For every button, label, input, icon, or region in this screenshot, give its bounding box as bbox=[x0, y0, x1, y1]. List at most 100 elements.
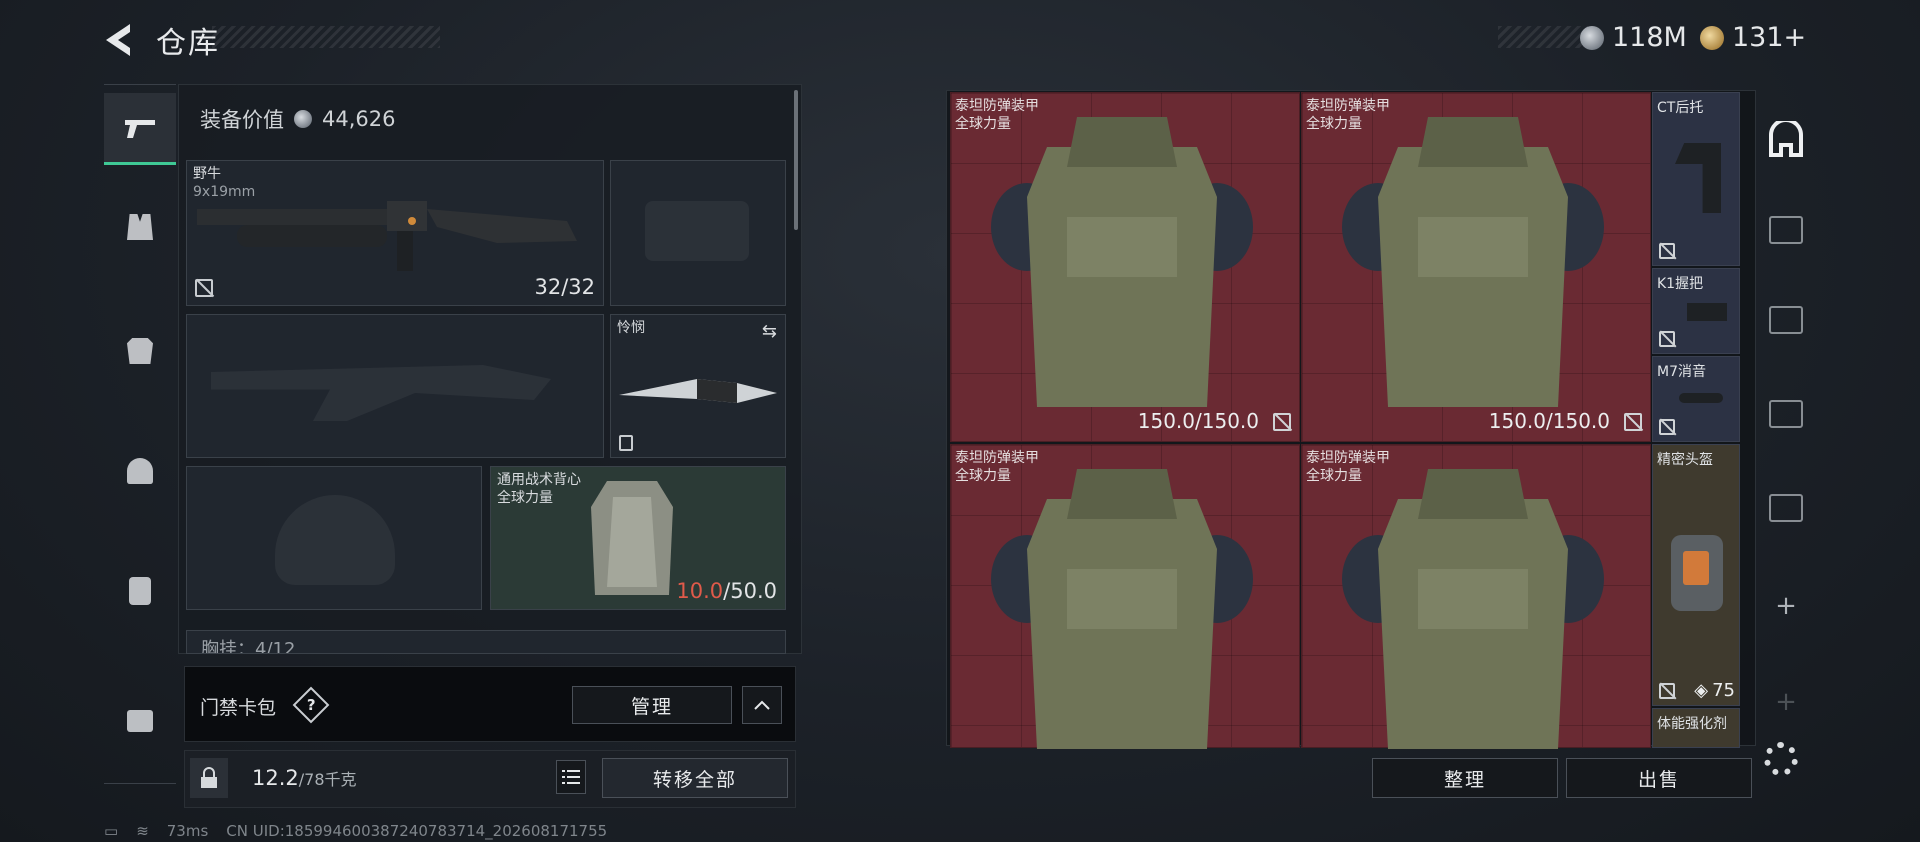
vest-durability-current: 10.0 bbox=[676, 579, 724, 603]
shield-icon: ◈ bbox=[1694, 680, 1709, 701]
melee-slot[interactable]: 怜悯 ⇆ bbox=[610, 314, 786, 458]
title-decoration bbox=[212, 26, 440, 48]
storage-folder-icon bbox=[1769, 494, 1803, 522]
chest-rig-icon bbox=[127, 214, 153, 240]
equipment-scrollbar[interactable] bbox=[794, 90, 798, 230]
expand-button[interactable] bbox=[742, 686, 782, 724]
weight-readout: 12.2/78千克 bbox=[252, 766, 357, 790]
swap-icon[interactable]: ⇆ bbox=[762, 321, 777, 342]
grip-image bbox=[1687, 303, 1727, 321]
armor-image bbox=[991, 469, 1253, 749]
user-uid: CN UID:1859946003872407837­14_2026081717… bbox=[226, 822, 608, 840]
pistol-icon bbox=[125, 119, 155, 138]
vest-image bbox=[591, 481, 673, 595]
status-bar: ▭ ≋ 73ms CN UID:1859946003872407837­14_2… bbox=[104, 822, 607, 840]
keycard-label: 门禁卡包 bbox=[200, 697, 277, 719]
no-insurance-icon bbox=[1659, 243, 1675, 259]
helmet-placeholder-icon bbox=[275, 495, 395, 585]
chevron-up-icon bbox=[754, 700, 770, 710]
smg-image bbox=[197, 201, 577, 271]
armor-image bbox=[991, 117, 1253, 407]
storage-item-stock[interactable]: CT后托 bbox=[1652, 92, 1740, 266]
currency-decoration bbox=[1498, 26, 1588, 48]
sort-button[interactable]: 整理 bbox=[1372, 758, 1558, 798]
settings-gear-icon[interactable] bbox=[1764, 742, 1798, 776]
rifle-placeholder-icon bbox=[211, 365, 551, 421]
helmet-image bbox=[1671, 535, 1723, 611]
sidearm-slot[interactable] bbox=[610, 160, 786, 306]
currency-silver: 118M bbox=[1580, 22, 1687, 53]
suppressor-image bbox=[1679, 393, 1723, 403]
pistol-placeholder-icon bbox=[645, 201, 749, 261]
chevron-left-icon bbox=[106, 24, 130, 56]
gold-coin-icon bbox=[1700, 25, 1724, 50]
add-storage-button[interactable]: + bbox=[1760, 672, 1812, 732]
ping: 73ms bbox=[166, 822, 209, 840]
storage-box-icon bbox=[1769, 216, 1803, 244]
secondary-weapon-slot[interactable] bbox=[186, 314, 604, 458]
rail-tab-storage-4[interactable] bbox=[1760, 384, 1812, 444]
storage-item-armor[interactable]: 泰坦防弹装甲 全球力量 150.0/150.0 bbox=[950, 92, 1300, 442]
storage-item-armor[interactable]: 泰坦防弹装甲 全球力量 150.0/150.0 bbox=[1301, 92, 1651, 442]
nav-chest-rig[interactable] bbox=[104, 191, 176, 263]
vest-slot[interactable]: 通用战术背心 全球力量 10.0/50.0 bbox=[490, 466, 786, 610]
sell-button[interactable]: 出售 bbox=[1566, 758, 1752, 798]
help-icon: ? bbox=[306, 695, 316, 714]
storage-item-helmet[interactable]: 精密头盔 ◈ 75 bbox=[1652, 444, 1740, 706]
armor-image bbox=[1342, 117, 1604, 407]
armor-icon bbox=[127, 338, 153, 364]
back-button[interactable] bbox=[100, 20, 144, 60]
helmet-slot[interactable] bbox=[186, 466, 482, 610]
nav-weapons[interactable] bbox=[104, 93, 176, 165]
nav-backpack[interactable] bbox=[104, 555, 176, 627]
no-insurance-icon bbox=[1659, 683, 1675, 699]
chest-rig-row[interactable]: 胸挂：4/12 bbox=[186, 630, 786, 654]
armor-durability: 150.0/150.0 bbox=[1488, 409, 1610, 433]
no-insurance-icon bbox=[1659, 419, 1675, 435]
backpack-icon bbox=[129, 577, 151, 605]
nav-case[interactable] bbox=[104, 685, 176, 757]
manage-button[interactable]: 管理 bbox=[572, 686, 732, 724]
list-icon bbox=[562, 770, 580, 784]
page-title: 仓库 bbox=[156, 26, 220, 61]
rail-tab-storage-5[interactable] bbox=[1760, 478, 1812, 538]
vest-durability-max: /50.0 bbox=[723, 579, 777, 603]
vest-name: 通用战术背心 bbox=[497, 472, 581, 488]
lock-icon bbox=[201, 767, 217, 788]
add-storage-button[interactable]: + bbox=[1760, 576, 1812, 636]
storage-item-suppressor[interactable]: M7消音 bbox=[1652, 356, 1740, 442]
helmet-icon bbox=[127, 458, 153, 484]
no-insurance-icon bbox=[1624, 413, 1642, 431]
nav-helmet[interactable] bbox=[104, 435, 176, 507]
weapon-ammo-count: 32/32 bbox=[534, 275, 595, 299]
storage-item-armor[interactable]: 泰坦防弹装甲 全球力量 bbox=[950, 444, 1300, 749]
no-insurance-icon bbox=[195, 279, 213, 297]
storage-box-icon bbox=[1769, 306, 1803, 334]
vest-tag: 全球力量 bbox=[497, 490, 553, 506]
helmet-armor-value: 75 bbox=[1712, 680, 1735, 701]
melee-name: 怜悯 bbox=[617, 320, 645, 336]
knife-image bbox=[619, 379, 777, 403]
silver-coin-icon bbox=[1580, 25, 1604, 50]
currency-gold[interactable]: 131+ bbox=[1700, 22, 1806, 53]
storage-item-stimulant[interactable]: 体能强化剂 bbox=[1652, 708, 1740, 748]
nav-armor[interactable] bbox=[104, 315, 176, 387]
lock-button[interactable] bbox=[190, 758, 228, 798]
lock-icon bbox=[619, 435, 633, 451]
rail-tab-storage-2[interactable] bbox=[1760, 200, 1812, 260]
briefcase-icon bbox=[127, 710, 153, 732]
no-insurance-icon bbox=[1659, 331, 1675, 347]
storage-item-armor[interactable]: 泰坦防弹装甲 全球力量 bbox=[1301, 444, 1651, 749]
rail-tab-storage-3[interactable] bbox=[1760, 290, 1812, 350]
rail-tab-main-storage[interactable] bbox=[1760, 110, 1812, 170]
transfer-all-button[interactable]: 转移全部 bbox=[602, 758, 788, 798]
primary-weapon-slot[interactable]: 野牛 9x19mm 32/32 bbox=[186, 160, 604, 306]
armor-durability: 150.0/150.0 bbox=[1137, 409, 1259, 433]
silver-coin-icon bbox=[294, 110, 312, 128]
wifi-icon: ≋ bbox=[136, 822, 149, 840]
list-view-button[interactable] bbox=[556, 760, 586, 794]
storage-item-grip[interactable]: K1握把 bbox=[1652, 268, 1740, 354]
category-nav bbox=[104, 84, 176, 784]
battery-icon: ▭ bbox=[104, 822, 119, 840]
storage-icon bbox=[1769, 121, 1803, 157]
